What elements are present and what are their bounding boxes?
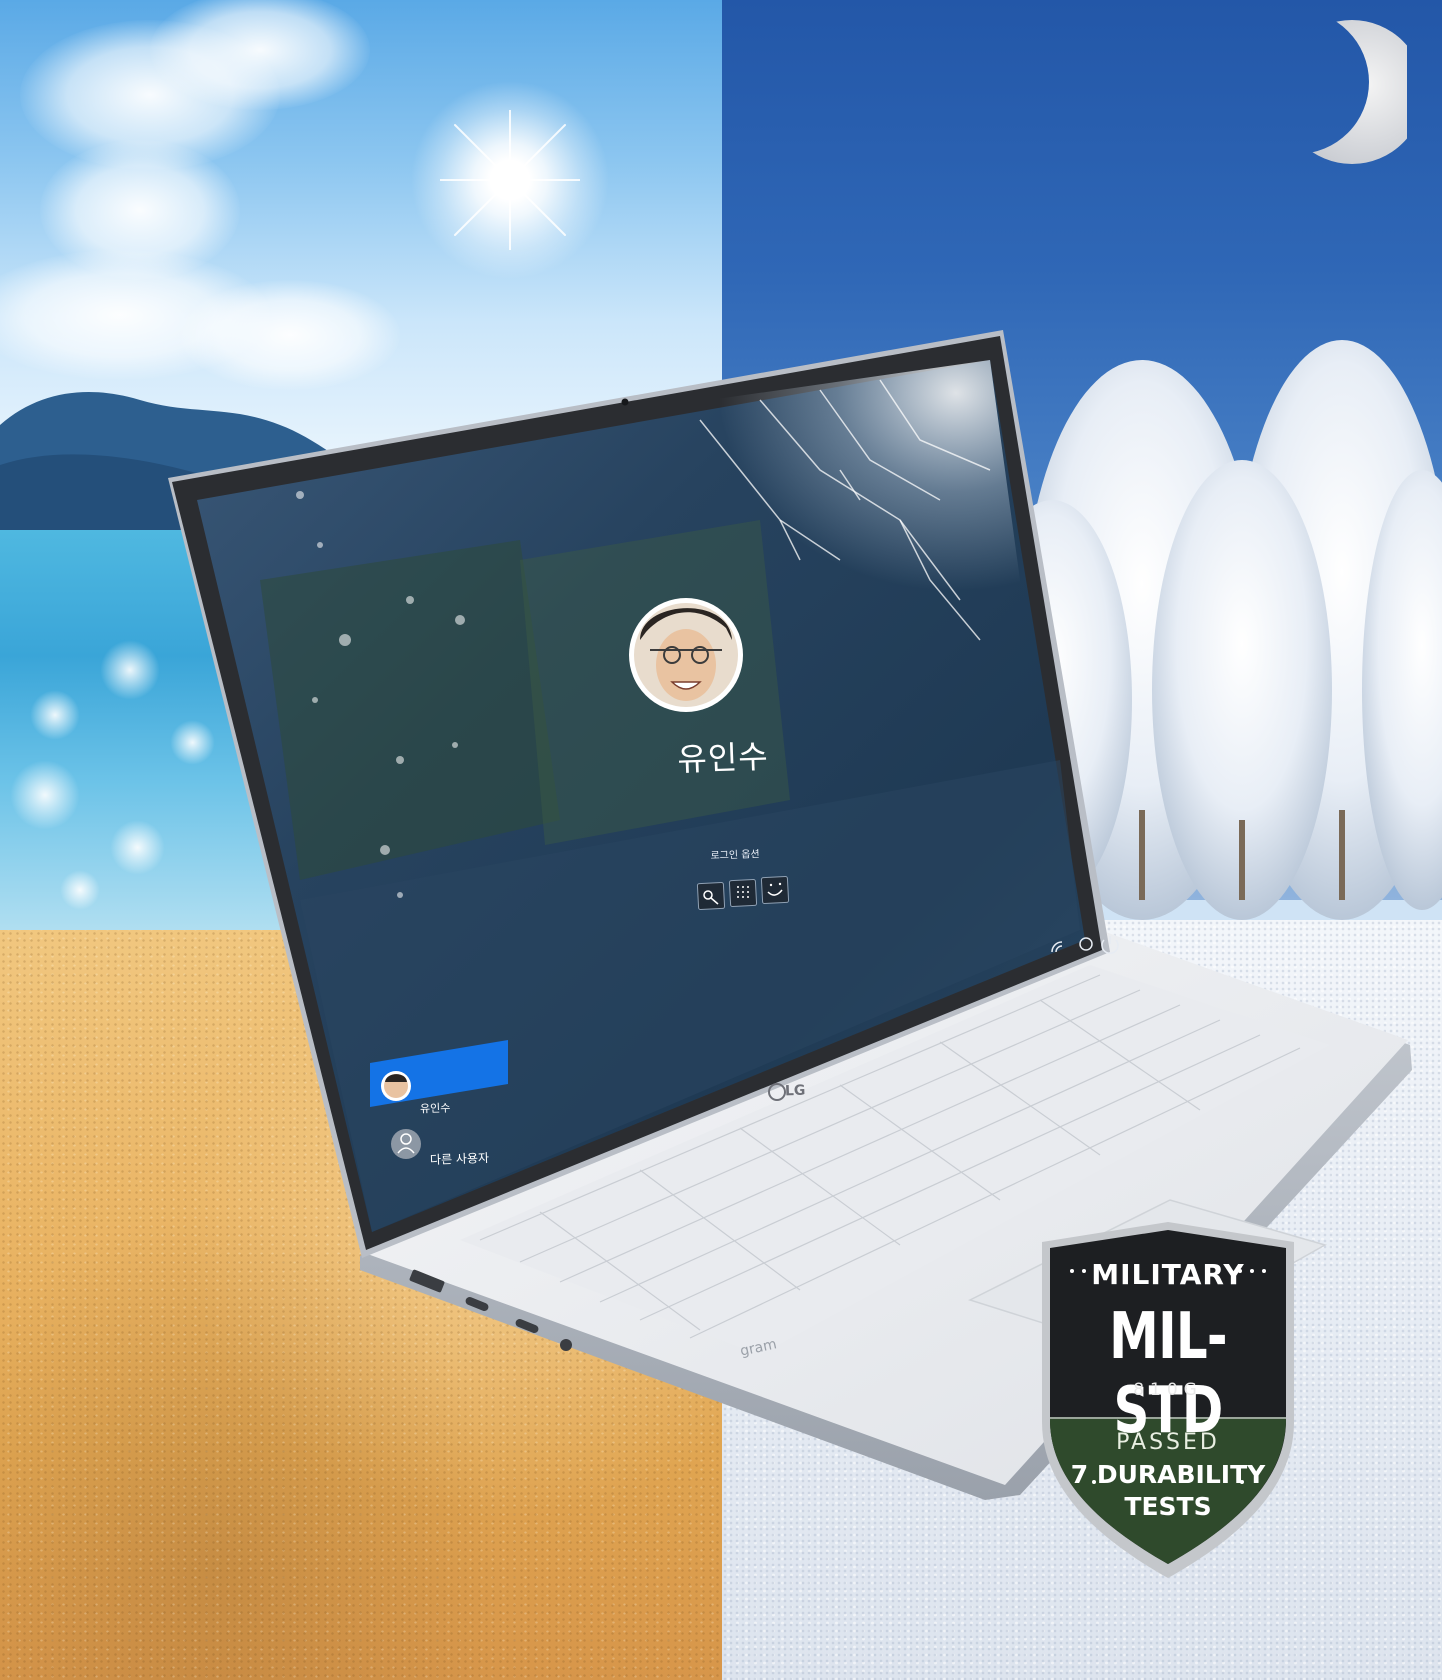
sign-in-options-label: 로그인 옵션 <box>710 849 760 862</box>
badge-810g-text: 810G <box>1133 1380 1203 1400</box>
badge-tests-text: TESTS <box>1124 1492 1212 1521</box>
key-icon <box>696 881 726 911</box>
badge-military-text: MILITARY <box>1091 1258 1245 1291</box>
lg-brand-text: LG <box>784 1082 806 1100</box>
user-list-item-selected[interactable]: 유인수 <box>420 1099 451 1116</box>
scene: 유인수 로그인 옵션 유인수 다른 사용자 LG gram MILITARY M… <box>0 0 1442 1680</box>
user-list-item-other[interactable]: 다른 사용자 <box>430 1149 490 1168</box>
login-user-name: 유인수 <box>676 737 770 779</box>
badge-passed-text: PASSED <box>1116 1430 1220 1455</box>
badge-durability-text: 7 DURABILITY <box>1070 1460 1266 1489</box>
badge-mil-std-text: MIL-STD <box>1109 1300 1227 1448</box>
face-recognition-icon <box>760 875 790 905</box>
